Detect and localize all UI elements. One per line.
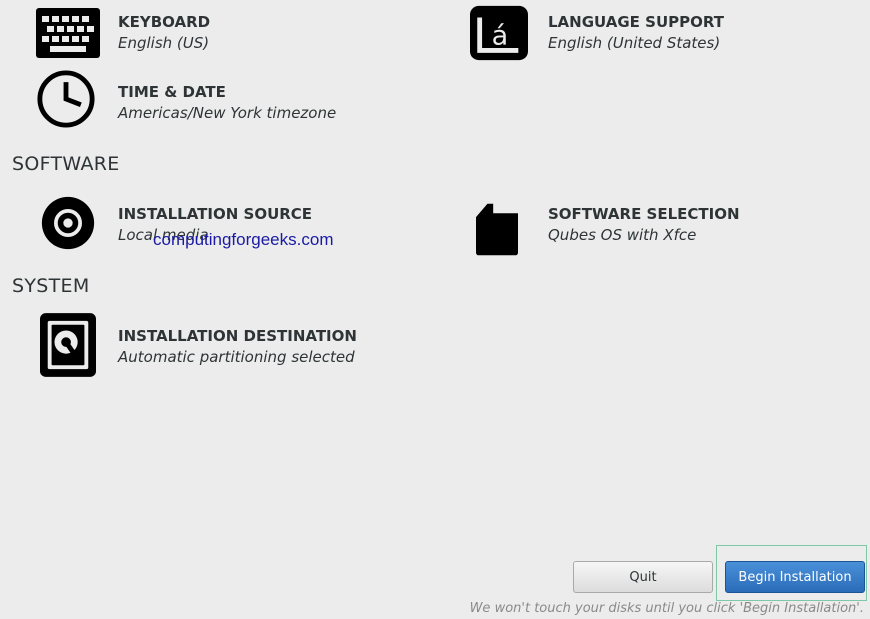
spoke-installation-destination[interactable]: INSTALLATION DESTINATION Automatic parti…: [36, 313, 376, 379]
spoke-title: SOFTWARE SELECTION: [548, 205, 740, 223]
watermark-text: computingforgeeks.com: [153, 230, 334, 249]
harddisk-icon: [40, 313, 96, 377]
spoke-title: KEYBOARD: [118, 13, 211, 31]
spoke-status: Automatic partitioning selected: [118, 348, 355, 366]
spoke-title: INSTALLATION SOURCE: [118, 205, 313, 223]
keyboard-icon: [36, 8, 100, 58]
svg-text:á: á: [492, 21, 509, 52]
spoke-language-support[interactable]: á LANGUAGE SUPPORT English (United State…: [466, 5, 766, 61]
quit-button[interactable]: Quit: [573, 561, 713, 593]
package-icon: [476, 203, 518, 256]
category-software: SOFTWARE: [12, 153, 120, 175]
begin-installation-button[interactable]: Begin Installation: [725, 561, 865, 593]
spoke-status: English (US): [118, 34, 210, 52]
spoke-software-selection[interactable]: SOFTWARE SELECTION Qubes OS with Xfce: [466, 195, 766, 257]
clock-icon: [37, 70, 95, 128]
spoke-title: LANGUAGE SUPPORT: [548, 13, 724, 31]
spoke-keyboard[interactable]: KEYBOARD English (US): [36, 5, 336, 61]
spoke-status: Americas/New York timezone: [118, 104, 337, 122]
spoke-time-date[interactable]: TIME & DATE Americas/New York timezone: [36, 69, 336, 131]
disk-warning-text: We won't touch your disks until you clic…: [469, 601, 864, 616]
disc-icon: [41, 196, 95, 250]
spoke-status: English (United States): [548, 34, 721, 52]
spoke-title: TIME & DATE: [118, 83, 226, 101]
category-system: SYSTEM: [12, 275, 90, 297]
spoke-status: Qubes OS with Xfce: [548, 226, 697, 244]
language-icon: á: [470, 5, 528, 61]
spoke-title: INSTALLATION DESTINATION: [118, 327, 357, 345]
